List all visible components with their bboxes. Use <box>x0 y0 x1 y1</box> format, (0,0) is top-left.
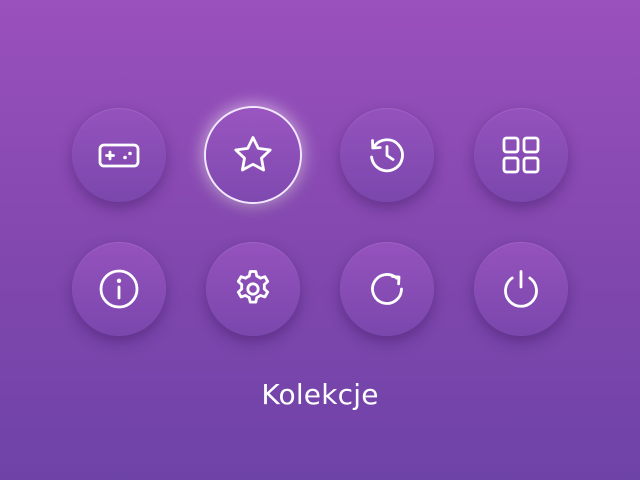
collections-button[interactable] <box>206 108 300 202</box>
info-button[interactable] <box>72 242 166 336</box>
games-button[interactable] <box>72 108 166 202</box>
all-apps-button[interactable] <box>474 108 568 202</box>
gamepad-icon <box>98 143 140 168</box>
refresh-icon <box>371 273 403 305</box>
restart-button[interactable] <box>340 242 434 336</box>
power-button[interactable] <box>474 242 568 336</box>
history-icon <box>370 138 404 173</box>
settings-button[interactable] <box>206 242 300 336</box>
history-button[interactable] <box>340 108 434 202</box>
grid-icon <box>502 136 540 174</box>
selected-item-label: Kolekcje <box>261 378 379 411</box>
info-icon <box>99 269 139 309</box>
power-icon <box>504 270 538 308</box>
star-icon <box>234 136 272 172</box>
gear-icon <box>236 270 270 304</box>
